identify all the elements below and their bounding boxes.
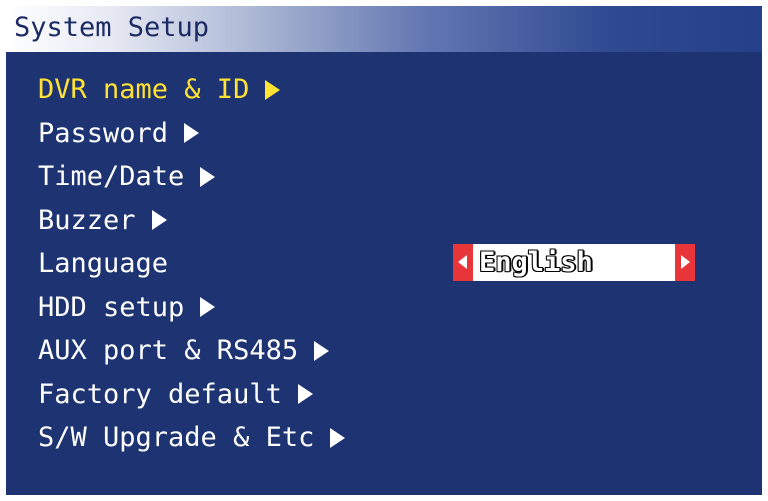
menu-item-label: Factory default [38,378,282,410]
submenu-arrow-icon [297,384,313,405]
submenu-arrow-icon [200,297,216,318]
dvr-setup-screen: System Setup DVR name & ID Password Time… [6,6,762,495]
submenu-arrow-icon [330,427,346,448]
menu-item-language[interactable]: Language [38,242,345,286]
language-next-button[interactable] [675,244,695,281]
language-value: English [479,247,593,278]
right-triangle-icon [681,255,690,269]
menu-item-password[interactable]: Password [38,112,345,156]
page-title: System Setup [14,12,210,43]
submenu-arrow-icon [184,123,200,144]
menu-item-label: AUX port & RS485 [38,335,299,366]
left-triangle-icon [458,255,467,269]
setup-menu: DVR name & ID Password Time/Date Buzzer … [38,68,346,460]
menu-item-aux-port-rs485[interactable]: AUX port & RS485 [38,329,345,373]
menu-item-factory-default[interactable]: Factory default [38,373,345,417]
menu-item-hdd-setup[interactable]: HDD setup [38,286,345,330]
menu-item-label: Time/Date [38,161,185,192]
menu-item-dvr-name-id[interactable]: DVR name & ID [38,68,345,112]
menu-item-label: Buzzer [38,204,136,236]
menu-item-label: Language [38,248,169,279]
menu-item-label: S/W Upgrade & Etc [38,422,315,453]
menu-item-label: Password [38,117,169,149]
submenu-arrow-icon [200,166,216,187]
language-selector[interactable]: English [453,244,695,281]
submenu-arrow-icon [151,210,167,231]
submenu-arrow-icon [265,79,281,100]
title-bar: System Setup [6,6,762,52]
language-prev-button[interactable] [453,244,473,281]
menu-item-buzzer[interactable]: Buzzer [38,199,345,243]
menu-item-time-date[interactable]: Time/Date [38,155,345,199]
menu-item-label: HDD setup [38,291,185,323]
menu-item-label: DVR name & ID [38,74,250,105]
menu-item-sw-upgrade[interactable]: S/W Upgrade & Etc [38,416,346,460]
submenu-arrow-icon [314,340,330,361]
